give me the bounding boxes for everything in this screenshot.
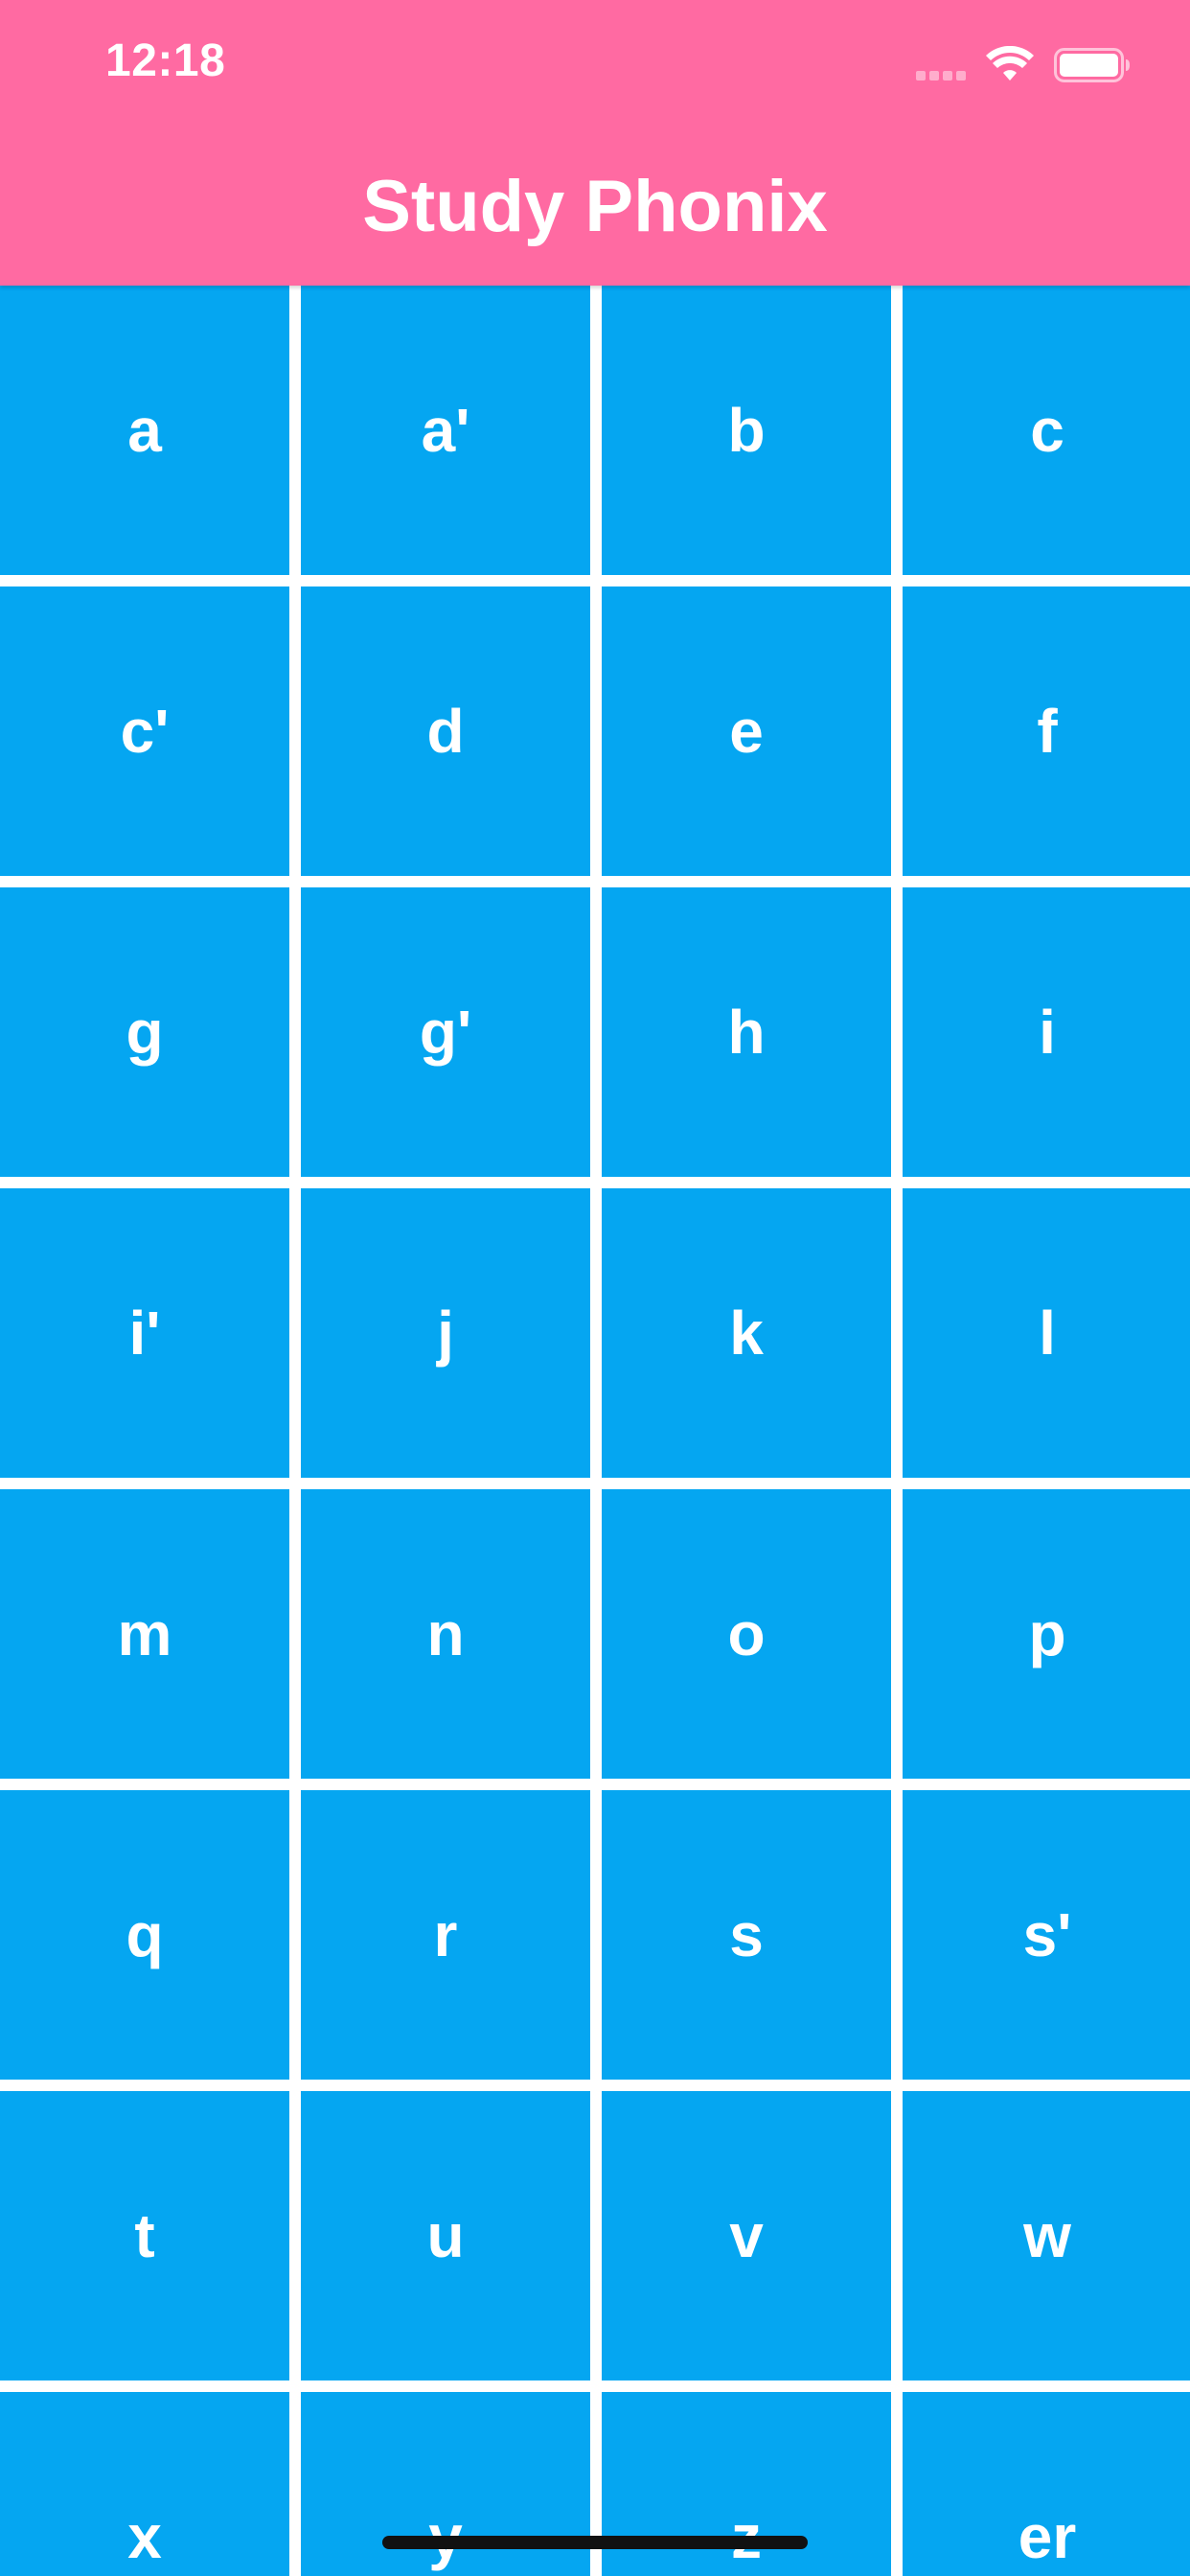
letter-tile[interactable]: a' bbox=[301, 286, 590, 575]
letter-tile-label: j bbox=[437, 1299, 454, 1368]
letter-tile-label: a' bbox=[421, 396, 470, 465]
letter-tile-label: e bbox=[729, 697, 764, 766]
letter-tile[interactable]: i bbox=[903, 887, 1190, 1177]
letter-tile-label: g bbox=[126, 998, 164, 1067]
letter-tile[interactable]: v bbox=[602, 2091, 891, 2380]
letter-tile[interactable]: n bbox=[301, 1489, 590, 1779]
cellular-signal-icon bbox=[916, 71, 966, 82]
letter-tile-label: g' bbox=[419, 998, 472, 1067]
letter-tile-label: v bbox=[729, 2201, 764, 2270]
nav-header: 12:18 Study Phonix bbox=[0, 0, 1190, 286]
letter-tile-label: m bbox=[117, 1599, 172, 1668]
letter-tile[interactable]: s bbox=[602, 1790, 891, 2080]
letter-tile[interactable]: r bbox=[301, 1790, 590, 2080]
letter-tile[interactable]: m bbox=[0, 1489, 289, 1779]
letter-tile-label: i bbox=[1039, 998, 1056, 1067]
letter-tile-label: n bbox=[426, 1599, 465, 1668]
letter-tile-label: p bbox=[1028, 1599, 1066, 1668]
letter-tile[interactable]: q bbox=[0, 1790, 289, 2080]
letter-tile-label: er bbox=[1018, 2502, 1077, 2571]
letter-tile-label: r bbox=[433, 1900, 458, 1969]
letter-tile[interactable]: c bbox=[903, 286, 1190, 575]
letter-grid: aa'bcc'defgg'hii'jklmnopqrss'tuvwxyzer bbox=[0, 286, 1190, 2576]
letter-tile[interactable]: k bbox=[602, 1188, 891, 1478]
letter-tile[interactable]: i' bbox=[0, 1188, 289, 1478]
letter-tile[interactable]: c' bbox=[0, 586, 289, 876]
letter-tile[interactable]: w bbox=[903, 2091, 1190, 2380]
wifi-icon bbox=[986, 46, 1034, 80]
letter-tile[interactable]: s' bbox=[903, 1790, 1190, 2080]
letter-tile-label: b bbox=[727, 396, 766, 465]
letter-tile[interactable]: u bbox=[301, 2091, 590, 2380]
letter-tile[interactable]: g' bbox=[301, 887, 590, 1177]
letter-tile-label: l bbox=[1039, 1299, 1056, 1368]
letter-tile-label: s' bbox=[1022, 1900, 1072, 1969]
status-bar: 12:18 bbox=[0, 0, 1190, 126]
letter-tile[interactable]: e bbox=[602, 586, 891, 876]
letter-tile-label: q bbox=[126, 1900, 164, 1969]
letter-tile[interactable]: p bbox=[903, 1489, 1190, 1779]
status-time: 12:18 bbox=[105, 35, 226, 86]
letter-tile-label: u bbox=[426, 2201, 465, 2270]
letter-tile[interactable]: o bbox=[602, 1489, 891, 1779]
letter-tile[interactable]: t bbox=[0, 2091, 289, 2380]
letter-tile[interactable]: x bbox=[0, 2392, 289, 2576]
letter-tile-label: i' bbox=[128, 1299, 161, 1368]
letter-tile[interactable]: d bbox=[301, 586, 590, 876]
battery-icon bbox=[1054, 48, 1130, 82]
letter-tile[interactable]: g bbox=[0, 887, 289, 1177]
letter-tile[interactable]: f bbox=[903, 586, 1190, 876]
letter-tile[interactable]: j bbox=[301, 1188, 590, 1478]
page-title: Study Phonix bbox=[362, 166, 828, 247]
letter-tile-label: d bbox=[426, 697, 465, 766]
letter-tile-label: a bbox=[127, 396, 162, 465]
letter-tile-label: f bbox=[1037, 697, 1058, 766]
letter-tile-label: s bbox=[729, 1900, 764, 1969]
app-screen: 12:18 Study Phonix a a' b c c' d e f g g' h i i' j k l m… bbox=[0, 0, 1190, 2576]
home-indicator[interactable] bbox=[382, 2536, 808, 2549]
letter-tile[interactable]: er bbox=[903, 2392, 1190, 2576]
letter-tile[interactable]: l bbox=[903, 1188, 1190, 1478]
letter-tile-label: c' bbox=[120, 697, 170, 766]
letter-tile[interactable]: a bbox=[0, 286, 289, 575]
letter-tile-label: o bbox=[727, 1599, 766, 1668]
letter-tile[interactable]: b bbox=[602, 286, 891, 575]
letter-tile-label: h bbox=[727, 998, 766, 1067]
letter-tile-label: x bbox=[127, 2502, 162, 2571]
letter-tile-label: k bbox=[729, 1299, 764, 1368]
letter-tile-label: c bbox=[1030, 396, 1064, 465]
letter-tile-label: w bbox=[1023, 2201, 1071, 2270]
letter-tile-label: t bbox=[134, 2201, 155, 2270]
letter-tile[interactable]: h bbox=[602, 887, 891, 1177]
